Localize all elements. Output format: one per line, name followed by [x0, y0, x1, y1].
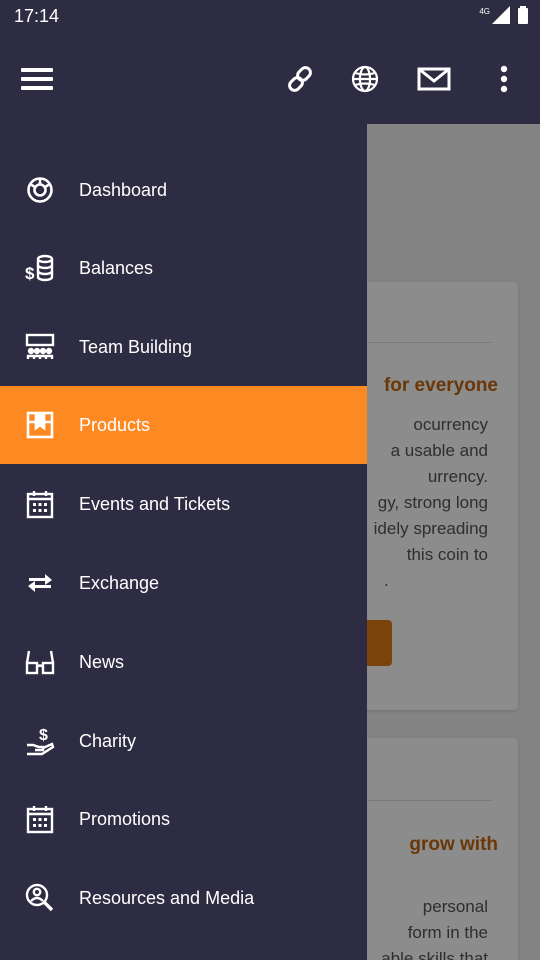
status-icons: 4G [479, 6, 528, 24]
globe-icon[interactable] [348, 62, 382, 96]
menu-item-label: Exchange [79, 572, 160, 593]
svg-text:$: $ [39, 727, 48, 744]
menu-item-label: News [79, 651, 125, 672]
box-icon [25, 410, 55, 440]
menu-item-label: Products [79, 414, 151, 435]
dashboard-icon [25, 175, 55, 205]
status-bar: 17:14 4G [0, 0, 540, 34]
calendar-icon [25, 489, 55, 519]
menu-item-resources-and-media[interactable]: Resources and Media [0, 859, 367, 937]
menu-item-dashboard[interactable]: Dashboard [0, 151, 367, 229]
battery-icon [518, 6, 528, 24]
mail-icon[interactable] [416, 62, 452, 96]
calendar-icon [25, 804, 55, 834]
coins-icon: $ [25, 253, 55, 283]
exchange-icon [25, 568, 55, 598]
svg-text:$: $ [25, 264, 35, 283]
navigation-drawer: Dashboard $ Balances Team Building Produ… [0, 124, 367, 960]
glasses-icon [25, 647, 55, 677]
menu-item-label: Dashboard [79, 179, 168, 200]
menu-item-news[interactable]: News [0, 623, 367, 701]
menu-item-label: Promotions [79, 808, 171, 829]
more-vert-icon[interactable] [487, 62, 521, 96]
menu-item-label: Events and Tickets [79, 493, 231, 514]
menu-item-label: Team Building [79, 336, 193, 357]
team-icon [25, 332, 55, 362]
signal-icon [492, 6, 510, 24]
app-bar [0, 34, 540, 124]
menu-item-label: Resources and Media [79, 887, 255, 908]
menu-item-exchange[interactable]: Exchange [0, 544, 367, 622]
user-search-icon [25, 883, 55, 913]
menu-item-products[interactable]: Products [0, 386, 367, 464]
menu-item-team-building[interactable]: Team Building [0, 308, 367, 386]
menu-item-events-and-tickets[interactable]: Events and Tickets [0, 465, 367, 543]
hamburger-icon[interactable] [20, 62, 54, 96]
status-time: 17:14 [14, 6, 60, 26]
menu-item-promotions[interactable]: Promotions [0, 780, 367, 858]
network-type-label: 4G [479, 6, 490, 16]
menu-item-balances[interactable]: $ Balances [0, 229, 367, 307]
charity-icon: $ [25, 726, 55, 756]
menu-item-charity[interactable]: $ Charity [0, 702, 367, 780]
link-icon[interactable] [283, 62, 317, 96]
menu-item-label: Charity [79, 730, 137, 751]
menu-item-label: Balances [79, 257, 154, 278]
